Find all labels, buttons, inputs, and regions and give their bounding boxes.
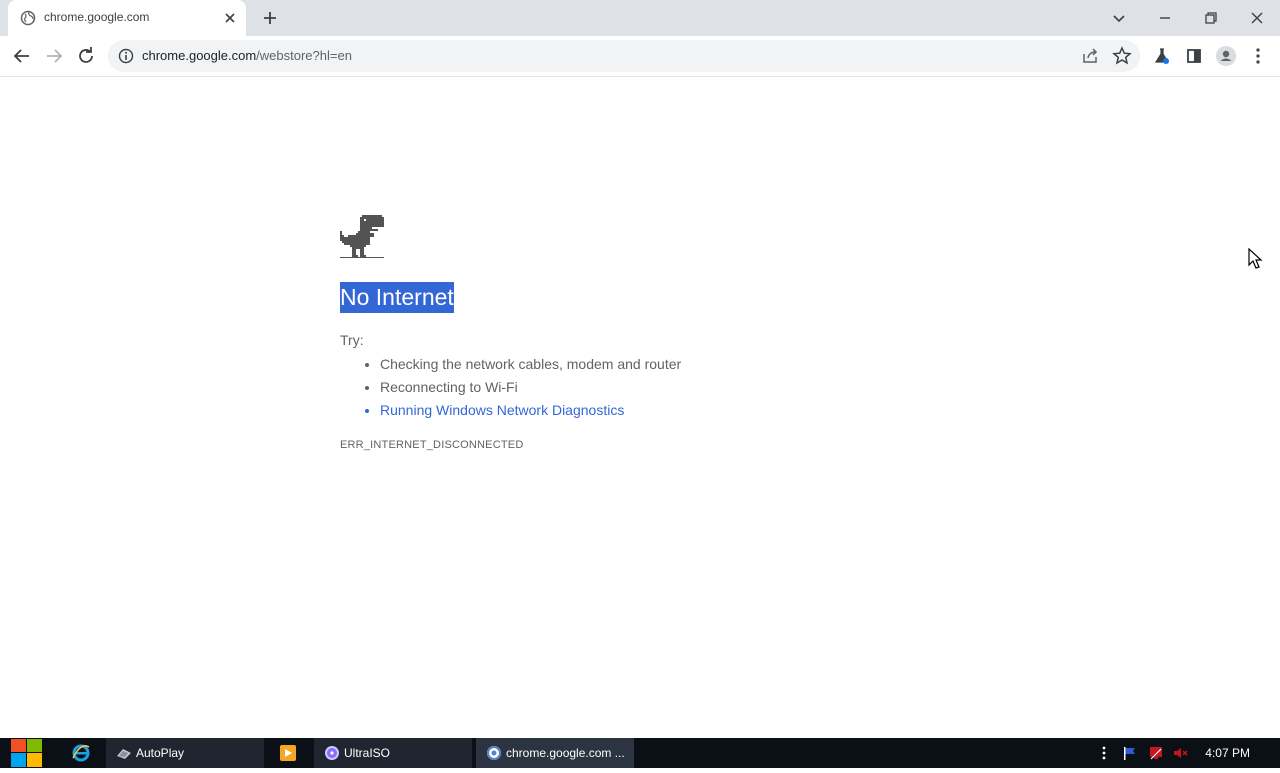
new-tab-button[interactable] xyxy=(260,8,280,28)
system-tray: 4:07 PM xyxy=(1098,738,1280,768)
url-path: /webstore?hl=en xyxy=(256,48,352,63)
menu-kebab-icon[interactable] xyxy=(1246,44,1270,68)
suggestion-item: Checking the network cables, modem and r… xyxy=(380,353,681,376)
labs-flask-icon[interactable] xyxy=(1150,44,1174,68)
dinosaur-icon[interactable] xyxy=(340,215,384,259)
reload-icon[interactable] xyxy=(74,44,98,68)
suggestion-list: Checking the network cables, modem and r… xyxy=(340,353,681,422)
taskbar: AutoPlay UltraISO chrome.google.com ... … xyxy=(0,738,1280,768)
address-bar[interactable]: chrome.google.com/webstore?hl=en xyxy=(108,40,1140,72)
share-icon[interactable] xyxy=(1078,44,1102,68)
close-tab-icon[interactable] xyxy=(222,10,238,26)
close-window-button[interactable] xyxy=(1245,6,1269,30)
tab-strip: chrome.google.com xyxy=(0,0,1280,36)
volume-muted-icon[interactable] xyxy=(1172,745,1188,761)
error-code: ERR_INTERNET_DISCONNECTED xyxy=(340,439,524,451)
error-page: No Internet Try: Checking the network ca… xyxy=(0,77,1280,738)
mouse-cursor-icon xyxy=(1248,247,1264,270)
network-disconnected-icon[interactable] xyxy=(1148,745,1164,761)
taskbar-item-media-player[interactable] xyxy=(270,738,310,768)
info-icon[interactable] xyxy=(118,48,134,64)
suggestion-item: Reconnecting to Wi-Fi xyxy=(380,376,681,399)
taskbar-item-label: AutoPlay xyxy=(136,746,185,760)
internet-explorer-icon[interactable] xyxy=(72,744,90,762)
try-label: Try: xyxy=(340,332,364,348)
media-player-icon xyxy=(280,745,296,761)
taskbar-item-ultraiso[interactable]: UltraISO xyxy=(314,738,472,768)
taskbar-item-autoplay[interactable]: AutoPlay xyxy=(106,738,264,768)
ultraiso-icon xyxy=(324,745,340,761)
restore-button[interactable] xyxy=(1199,6,1223,30)
tray-overflow-icon[interactable] xyxy=(1100,745,1108,761)
bookmark-star-icon[interactable] xyxy=(1110,44,1134,68)
back-arrow-icon[interactable] xyxy=(10,44,34,68)
browser-tab[interactable]: chrome.google.com xyxy=(8,0,246,36)
taskbar-item-label: chrome.google.com ... xyxy=(506,746,625,760)
browser-toolbar: chrome.google.com/webstore?hl=en xyxy=(0,36,1280,77)
side-panel-icon[interactable] xyxy=(1182,44,1206,68)
error-heading: No Internet xyxy=(340,282,454,313)
autoplay-icon xyxy=(116,745,132,761)
minimize-button[interactable] xyxy=(1153,6,1177,30)
profile-avatar-icon[interactable] xyxy=(1214,44,1238,68)
forward-arrow-icon[interactable] xyxy=(42,44,66,68)
chrome-icon xyxy=(486,745,502,761)
action-center-flag-icon[interactable] xyxy=(1122,745,1138,761)
taskbar-clock[interactable]: 4:07 PM xyxy=(1205,746,1250,760)
address-text[interactable]: chrome.google.com/webstore?hl=en xyxy=(142,48,352,63)
tab-title: chrome.google.com xyxy=(44,10,150,24)
url-host: chrome.google.com xyxy=(142,48,257,63)
taskbar-item-label: UltraISO xyxy=(344,746,391,760)
taskbar-item-chrome[interactable]: chrome.google.com ... xyxy=(476,738,634,768)
tab-search-icon[interactable] xyxy=(1107,6,1131,30)
windows-start-button[interactable] xyxy=(10,738,44,768)
network-diagnostics-link[interactable]: Running Windows Network Diagnostics xyxy=(380,399,681,422)
globe-icon xyxy=(20,10,36,26)
